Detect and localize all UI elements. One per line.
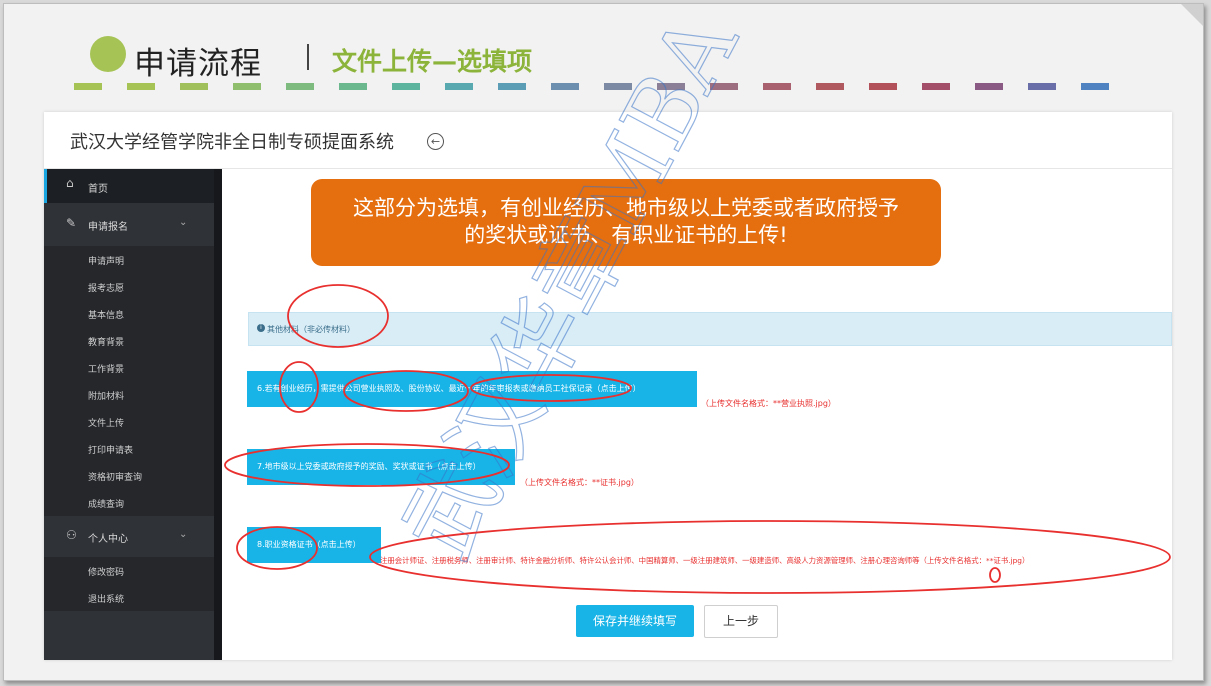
annotation-layer (224, 284, 1171, 594)
annotation-circle (369, 520, 1171, 594)
annotation-circle (989, 567, 1001, 583)
slide: 申请流程 文件上传—选填项 武汉大学经管学院非全日制专硕提面系统 ← ⌂ 首页 … (3, 3, 1204, 681)
annotation-circle (343, 370, 469, 412)
annotation-circle (224, 443, 510, 487)
annotation-circle (287, 284, 389, 348)
annotation-circle (470, 374, 632, 402)
annotation-circle (279, 361, 319, 413)
annotation-circle (236, 526, 318, 570)
